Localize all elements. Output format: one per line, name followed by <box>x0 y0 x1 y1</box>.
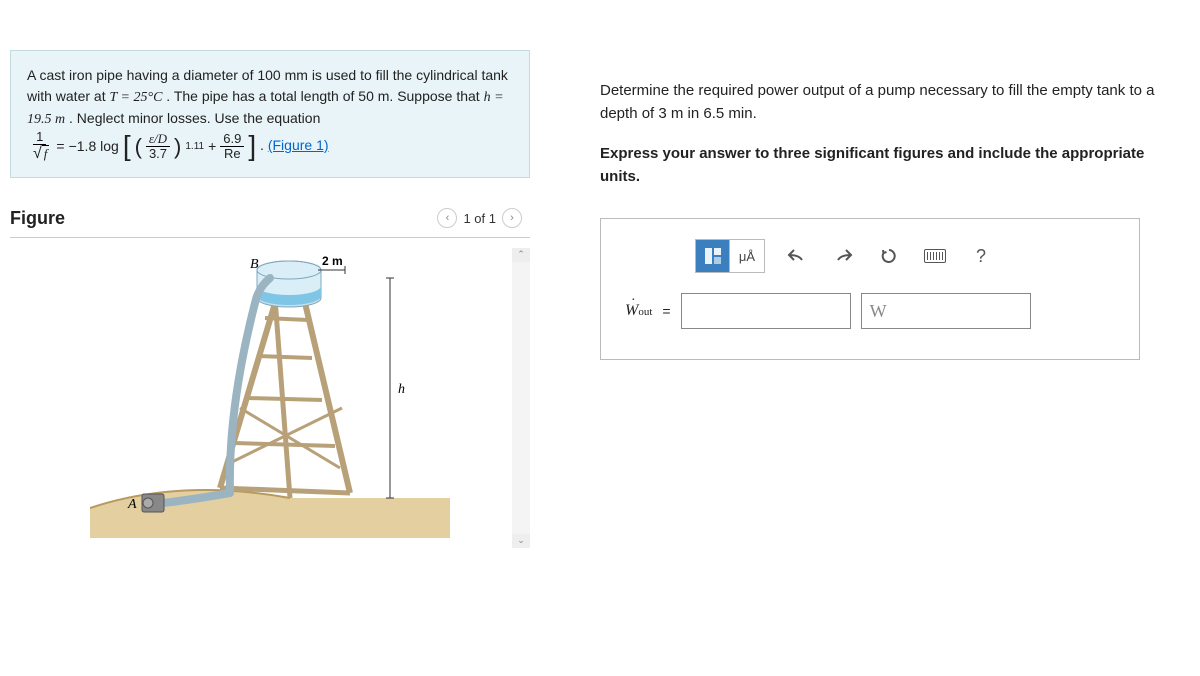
eq-exp: 1.11 <box>185 139 204 154</box>
redo-icon <box>833 248 853 264</box>
figure-scrollbar[interactable]: ⌃ ⌄ <box>512 248 530 548</box>
units-button[interactable]: μÅ <box>730 240 764 272</box>
unit-input[interactable]: W <box>861 293 1031 329</box>
figure-heading: Figure <box>10 208 65 229</box>
question-instruction: Express your answer to three significant… <box>600 145 1144 185</box>
prev-figure-button[interactable]: ‹ <box>437 208 457 228</box>
problem-statement: A cast iron pipe having a diameter of 10… <box>10 50 530 178</box>
eq-lhs-num: 1 <box>33 130 46 145</box>
eq-coef: −1.8 log <box>69 136 119 157</box>
keyboard-icon <box>924 249 946 263</box>
eq-plus-den: Re <box>221 147 244 161</box>
reset-button[interactable] <box>875 242 903 270</box>
pager-text: 1 of 1 <box>463 211 496 226</box>
redo-button[interactable] <box>829 242 857 270</box>
eq-plus-num: 6.9 <box>220 132 244 147</box>
scroll-down-icon[interactable]: ⌄ <box>512 534 530 548</box>
reset-icon <box>880 247 898 265</box>
question-prompt: Determine the required power output of a… <box>600 80 1180 125</box>
equals-sign: = <box>662 303 670 319</box>
svg-text:A: A <box>127 497 137 512</box>
scroll-up-icon[interactable]: ⌃ <box>512 248 530 262</box>
eq-inner-den: 3.7 <box>146 147 170 161</box>
figure-diagram: A B 2 m h <box>90 248 450 538</box>
template-button[interactable] <box>696 240 730 272</box>
svg-text:B: B <box>250 257 259 272</box>
svg-text:h: h <box>398 382 405 397</box>
next-figure-button[interactable]: › <box>502 208 522 228</box>
help-button[interactable]: ? <box>967 242 995 270</box>
friction-equation: 1 f = −1.8 log [ ( ε/D 3.7 ) 1.11 + 6.9 … <box>27 130 256 163</box>
eq-dot: . <box>260 137 264 153</box>
value-input[interactable] <box>681 293 851 329</box>
figure-divider <box>10 237 530 238</box>
undo-button[interactable] <box>783 242 811 270</box>
answer-toolbar: μÅ ? <box>695 239 1115 273</box>
template-icon <box>704 247 722 265</box>
answer-area: μÅ ? Wout = W <box>600 218 1140 360</box>
eq-inner-num: ε/D <box>146 132 170 147</box>
temp-expr: T = 25°C <box>109 90 162 105</box>
figure-pager: ‹ 1 of 1 › <box>437 208 522 228</box>
figure-link[interactable]: (Figure 1) <box>268 137 329 153</box>
format-group: μÅ <box>695 239 765 273</box>
problem-text-3: . Neglect minor losses. Use the equation <box>69 110 320 126</box>
keyboard-button[interactable] <box>921 242 949 270</box>
svg-text:2 m: 2 m <box>322 254 343 268</box>
undo-icon <box>787 248 807 264</box>
problem-text-2: . The pipe has a total length of 50 m. S… <box>166 88 483 104</box>
answer-label: Wout <box>625 302 652 320</box>
figure-panel: A B 2 m h ⌃ ⌄ <box>10 248 530 548</box>
